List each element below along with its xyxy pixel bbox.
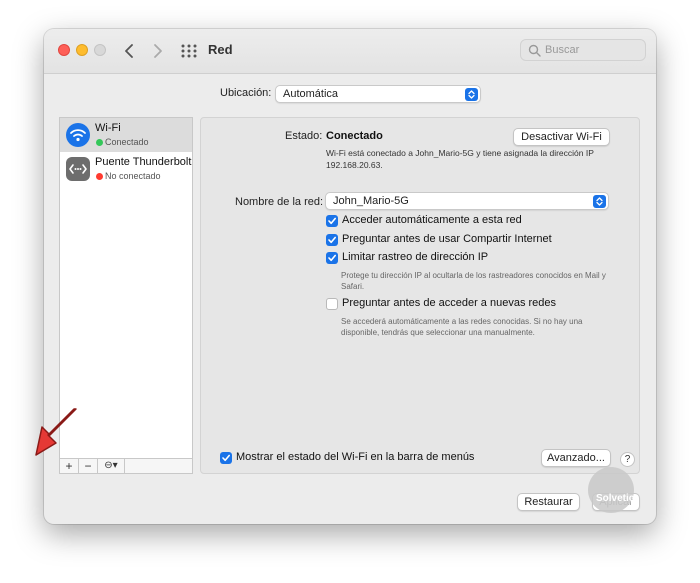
ask-hotspot-label: Preguntar antes de usar Compartir Intern…	[342, 233, 552, 245]
show-wifi-menubar-checkbox[interactable]	[220, 452, 232, 464]
status-label: Estado:	[285, 130, 323, 142]
checkmark-icon	[328, 254, 336, 262]
remove-service-button[interactable]: −	[79, 459, 98, 473]
auto-join-checkbox[interactable]	[326, 215, 338, 227]
service-status: Conectado	[105, 137, 149, 147]
restore-button[interactable]: Restaurar	[517, 493, 580, 511]
service-item-wifi[interactable]: Wi-Fi Conectado	[60, 118, 192, 152]
forward-button[interactable]	[146, 40, 168, 62]
minimize-button[interactable]	[76, 44, 88, 56]
add-service-button[interactable]: +	[60, 459, 79, 473]
status-dot-green	[96, 139, 103, 146]
ask-hotspot-checkbox[interactable]	[326, 234, 338, 246]
show-wifi-menubar-label: Mostrar el estado del Wi-Fi en la barra …	[236, 451, 475, 463]
select-stepper-icon	[465, 88, 478, 101]
chevron-left-icon	[125, 44, 133, 58]
auto-join-label: Acceder automáticamente a esta red	[342, 214, 522, 226]
wifi-icon	[66, 123, 90, 147]
thunderbolt-bridge-icon	[66, 157, 90, 181]
red-annotation-arrow-icon	[35, 408, 77, 456]
back-button[interactable]	[119, 40, 141, 62]
checkmark-icon	[328, 217, 336, 225]
close-button[interactable]	[58, 44, 70, 56]
service-name: Wi-Fi	[95, 122, 121, 134]
search-placeholder: Buscar	[545, 44, 580, 56]
watermark-text: Solvetic	[596, 493, 635, 504]
help-button[interactable]: ?	[620, 452, 635, 467]
select-stepper-icon	[593, 195, 606, 208]
checkmark-icon	[328, 236, 336, 244]
ask-new-networks-label: Preguntar antes de acceder a nuevas rede…	[342, 297, 557, 309]
limit-ip-tracking-hint: Protege tu dirección IP al ocultarla de …	[341, 271, 606, 291]
chevron-right-icon	[154, 44, 162, 58]
service-item-thunderbolt-bridge[interactable]: Puente Thunderbolt No conectado	[60, 152, 192, 186]
network-name-select[interactable]: John_Mario-5G	[325, 192, 609, 210]
location-label: Ubicación:	[220, 87, 272, 99]
status-dot-red	[96, 173, 103, 180]
checkmark-icon	[222, 454, 230, 462]
search-field[interactable]: Buscar	[520, 39, 646, 61]
zoom-button[interactable]	[94, 44, 106, 56]
service-actions-menu-button[interactable]: ⊖▾	[98, 459, 125, 473]
turn-off-wifi-button[interactable]: Desactivar Wi-Fi	[513, 128, 610, 146]
location-value: Automática	[283, 88, 339, 100]
network-name-label: Nombre de la red:	[235, 196, 324, 208]
network-name-value: John_Mario-5G	[333, 195, 409, 207]
service-name: Puente Thunderbolt	[95, 156, 192, 168]
title-bar: Red Buscar	[44, 29, 656, 74]
show-all-grid-icon[interactable]	[180, 42, 198, 60]
ask-new-networks-checkbox[interactable]	[326, 298, 338, 310]
limit-ip-tracking-label: Limitar rastreo de dirección IP	[342, 251, 489, 263]
watermark-logo	[588, 467, 634, 513]
ask-new-networks-hint: Se accederá automáticamente a las redes …	[341, 317, 583, 337]
search-icon	[528, 44, 541, 57]
service-status: No conectado	[105, 171, 161, 181]
network-preferences-window: Red Buscar Ubicación: Automática Wi-Fi C…	[44, 29, 656, 524]
location-select[interactable]: Automática	[275, 85, 481, 103]
window-title: Red	[208, 42, 233, 57]
service-list-toolbar: + − ⊖▾	[59, 458, 193, 474]
advanced-button[interactable]: Avanzado...	[541, 449, 611, 467]
status-description: Wi-Fi está conectado a John_Mario-5G y t…	[326, 148, 594, 170]
status-value: Conectado	[326, 130, 383, 142]
limit-ip-tracking-checkbox[interactable]	[326, 252, 338, 264]
